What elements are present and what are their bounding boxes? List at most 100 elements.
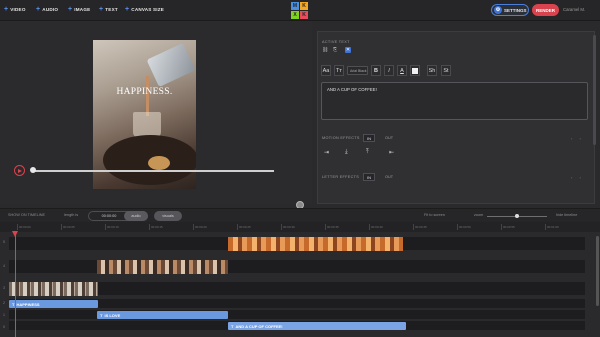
ruler-tick: 00:00:20 — [193, 224, 207, 230]
timeline-track[interactable] — [9, 259, 585, 274]
text-icon: T — [231, 323, 234, 329]
timeline-ruler[interactable]: 00:00:00 00:00:05 00:00:10 00:00:15 00:0… — [0, 222, 600, 232]
delete-icon[interactable]: ✕ — [345, 47, 351, 53]
font-select[interactable]: Arial Black — [347, 66, 368, 75]
copy-icon[interactable]: ⎘ — [333, 47, 337, 53]
timeline-scrollbar[interactable] — [596, 236, 599, 306]
highlight-button[interactable] — [410, 65, 420, 76]
kettle-shape — [146, 42, 196, 88]
fit-to-screen-button[interactable]: Fit to screen — [424, 213, 445, 217]
color-swatch-icon — [412, 67, 418, 74]
motion-nav-arrows[interactable]: ‹ › — [571, 136, 584, 141]
slide-up-icon[interactable]: ⤒ — [366, 149, 369, 156]
seek-bar[interactable] — [32, 170, 274, 172]
ruler-tick: 00:00:50 — [457, 224, 471, 230]
add-video-button[interactable]: + VIDEO — [4, 6, 26, 13]
letter-out-label[interactable]: OUT — [385, 175, 393, 179]
letter-in-select[interactable]: IN — [363, 173, 375, 181]
slide-left-icon[interactable]: ⇤ — [389, 149, 394, 156]
top-toolbar: + VIDEO + AUDIO + IMAGE + TEXT + CANVAS SIZE … — [0, 0, 600, 21]
slide-down-icon[interactable]: ⤓ — [345, 149, 348, 156]
letter-nav-arrows[interactable]: ‹ › — [571, 175, 584, 180]
track-number: 1 — [3, 313, 5, 317]
logo-letter: X — [291, 11, 299, 19]
video-frame[interactable]: HAPPINESS. — [93, 40, 196, 189]
settings-button[interactable]: ⚙ SETTINGS — [491, 4, 529, 16]
text-case-button[interactable]: Tт — [334, 65, 344, 76]
text-icon: T — [100, 312, 103, 318]
timeline-track[interactable]: T IS LOVE — [9, 309, 585, 319]
audio-toggle[interactable]: audio — [124, 211, 148, 221]
zoom-slider-thumb[interactable] — [515, 214, 519, 218]
view-toggle: 00:00:00 audio visuals — [88, 211, 183, 221]
text-clip[interactable]: T HAPPINESS — [9, 300, 98, 308]
track-number: 0 — [3, 325, 5, 329]
timeline-track[interactable] — [9, 236, 585, 251]
length-label: length is — [64, 213, 79, 217]
gear-icon: ⚙ — [494, 6, 502, 14]
canvas-size-button[interactable]: + CANVAS SIZE — [125, 6, 164, 13]
ruler-tick: 00:00:15 — [149, 224, 163, 230]
visuals-toggle[interactable]: visuals — [154, 211, 182, 221]
letter-effects-label: LETTER EFFECTS — [322, 175, 360, 179]
logo-letter: M — [291, 2, 299, 10]
app-logo: M K X K — [291, 2, 308, 19]
link-icon[interactable]: ⛓ — [322, 47, 328, 53]
play-icon — [18, 168, 22, 173]
pastry-shape — [148, 156, 170, 170]
motion-out-label[interactable]: OUT — [385, 136, 393, 140]
ruler-tick: 00:00:25 — [237, 224, 251, 230]
timeline-track[interactable]: T HAPPINESS — [9, 298, 585, 308]
timeline-title: SHOW ON TIMELINE — [8, 213, 46, 217]
bold-button[interactable]: B — [371, 65, 381, 76]
plus-icon: + — [125, 6, 130, 13]
panel-scrollbar[interactable] — [593, 35, 596, 145]
preview-area: HAPPINESS. — [0, 21, 312, 204]
user-name[interactable]: Caramel M. — [563, 7, 585, 12]
track-number: 5 — [3, 240, 5, 244]
text-color-button[interactable]: A — [397, 65, 407, 76]
video-clip[interactable] — [9, 282, 98, 296]
ruler-tick: 00:00:10 — [105, 224, 119, 230]
timeline-track[interactable]: T AND A CUP OF COFFEE! — [9, 320, 585, 330]
seek-thumb[interactable] — [30, 167, 36, 173]
text-content-input[interactable]: AND A CUP OF COFFEE! — [321, 82, 588, 120]
logo-letter: K — [300, 11, 308, 19]
add-image-button[interactable]: + IMAGE — [68, 6, 90, 13]
track-number: 4 — [3, 264, 5, 268]
track-number: 3 — [3, 286, 5, 290]
ruler-tick: 00:00:05 — [61, 224, 75, 230]
overlay-text[interactable]: HAPPINESS. — [93, 87, 196, 97]
italic-button[interactable]: I — [384, 65, 394, 76]
plus-icon: + — [36, 6, 41, 13]
motion-in-select[interactable]: IN — [363, 134, 375, 142]
ruler-tick: 00:00:35 — [325, 224, 339, 230]
font-size-button[interactable]: Aa — [321, 65, 331, 76]
shadow-button[interactable]: Sh — [427, 65, 437, 76]
slide-right-icon[interactable]: ⇥ — [324, 149, 329, 156]
plus-icon: + — [68, 6, 73, 13]
text-clip-selected[interactable]: T AND A CUP OF COFFEE! — [228, 322, 406, 330]
ruler-tick: 00:00:45 — [413, 224, 427, 230]
ruler-tick: 00:00:40 — [369, 224, 383, 230]
ruler-tick: 00:00:55 — [501, 224, 515, 230]
video-clip[interactable] — [228, 237, 403, 251]
hide-timeline-button[interactable]: hide timeline — [556, 213, 577, 217]
logo-letter: K — [300, 2, 308, 10]
plus-icon: + — [99, 6, 104, 13]
text-clip[interactable]: T IS LOVE — [97, 311, 228, 319]
play-button[interactable] — [14, 165, 25, 176]
motion-effects-label: MOTION EFFECTS — [322, 136, 360, 140]
playhead-line[interactable] — [15, 234, 16, 337]
panel-title: ACTIVE TEXT — [322, 40, 350, 44]
plus-icon: + — [4, 6, 9, 13]
video-clip[interactable] — [97, 260, 228, 274]
render-button[interactable]: RENDER — [532, 4, 559, 16]
stroke-button[interactable]: St — [441, 65, 451, 76]
add-text-button[interactable]: + TEXT — [99, 6, 118, 13]
add-audio-button[interactable]: + AUDIO — [36, 6, 58, 13]
ruler-tick: 00:00:00 — [17, 224, 31, 230]
ruler-tick: 00:00:30 — [281, 224, 295, 230]
timeline-track[interactable] — [9, 281, 585, 296]
timeline-header: SHOW ON TIMELINE length is 00:00:00 audi… — [0, 208, 600, 222]
